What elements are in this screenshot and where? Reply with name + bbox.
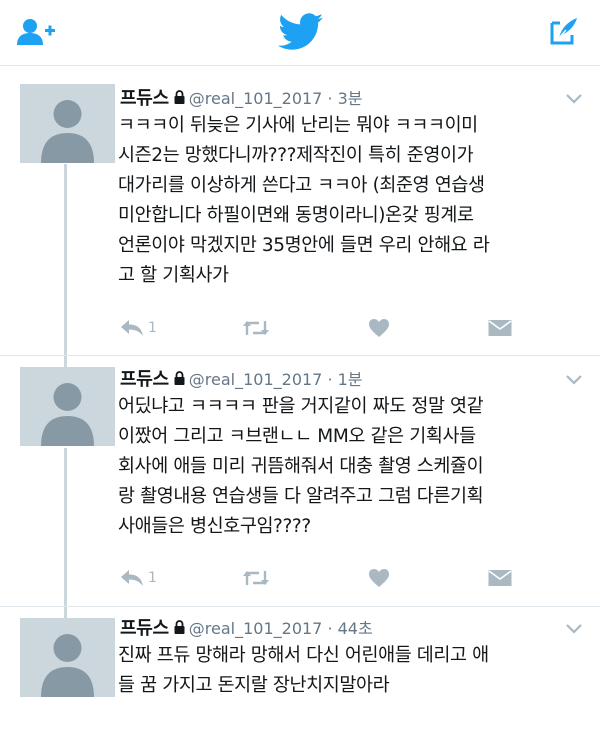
lock-icon [174, 90, 185, 104]
twitter-home-button[interactable] [277, 8, 325, 56]
compose-icon [550, 18, 577, 45]
chevron-down-icon[interactable] [565, 90, 583, 104]
direct-message-button[interactable] [488, 316, 512, 340]
reply-button[interactable]: 1 [120, 316, 157, 340]
avatar[interactable] [20, 84, 115, 163]
compose-tweet-button[interactable] [540, 10, 586, 54]
avatar[interactable] [20, 618, 115, 697]
thread-connector [64, 164, 67, 367]
lock-icon [174, 371, 185, 385]
retweet-icon [243, 571, 269, 585]
add-user-icon [17, 19, 55, 45]
retweet-button[interactable] [242, 316, 270, 340]
direct-message-button[interactable] [488, 566, 512, 590]
reply-count: 1 [148, 320, 157, 336]
tweet-header: 프듀스 @real_101_2017 · 44초 [120, 613, 373, 641]
tweet-header: 프듀스 @real_101_2017 · 3분 [120, 83, 363, 111]
default-avatar-icon [20, 367, 115, 446]
handle-and-time[interactable]: @real_101_2017 · 44초 [189, 615, 373, 639]
display-name[interactable]: 프듀스 [120, 365, 169, 391]
default-avatar-icon [20, 84, 115, 163]
heart-icon [369, 569, 389, 587]
tweet-text: ㅋㅋㅋ이 뒤늦은 기사에 난리는 뭐야 ㅋㅋㅋ이미 시즌2는 망했다니까???제… [118, 115, 490, 286]
like-button[interactable] [368, 566, 390, 590]
reply-icon [121, 570, 143, 586]
heart-icon [369, 319, 389, 337]
handle-and-time[interactable]: @real_101_2017 · 1분 [189, 366, 363, 390]
display-name[interactable]: 프듀스 [120, 614, 169, 640]
chevron-down-icon[interactable] [565, 620, 583, 634]
tweet-header: 프듀스 @real_101_2017 · 1분 [120, 364, 363, 392]
tweet-text: 어딨냐고 ㅋㅋㅋㅋ 판을 거지같이 짜도 정말 엿같 이짰어 그리고 ㅋ브랜ㄴㄴ… [118, 396, 484, 537]
tweet-divider [0, 355, 600, 356]
tweet-text: 진짜 프듀 망해라 망해서 다신 어린애들 데리고 애 들 꿈 가지고 돈지랄 … [118, 645, 489, 696]
twitter-bird-icon [278, 13, 324, 50]
default-avatar-icon [20, 618, 115, 697]
reply-icon [121, 320, 143, 336]
reply-count: 1 [148, 570, 157, 586]
envelope-icon [488, 320, 512, 336]
tweet-actions: 1 [118, 316, 588, 340]
tweet-actions: 1 [118, 566, 588, 590]
lock-icon [174, 620, 185, 634]
like-button[interactable] [368, 316, 390, 340]
top-bar [0, 0, 600, 66]
avatar[interactable] [20, 367, 115, 446]
chevron-down-icon[interactable] [565, 371, 583, 385]
add-user-button[interactable] [14, 10, 60, 54]
display-name[interactable]: 프듀스 [120, 84, 169, 110]
retweet-button[interactable] [242, 566, 270, 590]
thread-connector [64, 448, 67, 618]
envelope-icon [488, 570, 512, 586]
tweet-divider [0, 606, 600, 607]
handle-and-time[interactable]: @real_101_2017 · 3분 [189, 85, 363, 109]
retweet-icon [243, 321, 269, 335]
reply-button[interactable]: 1 [120, 566, 157, 590]
